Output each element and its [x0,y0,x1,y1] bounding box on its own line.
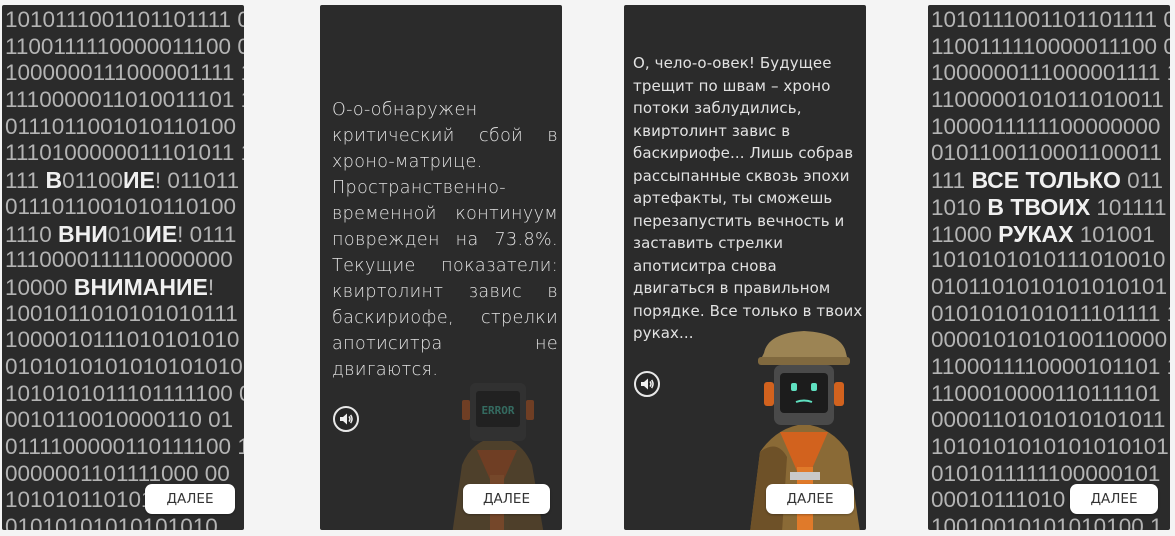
binary-line: 0101101010101010101 1 [931,273,1170,299]
highlight-word: ВСЕ ТОЛЬКО [971,167,1121,194]
highlight-word: РУКАХ [998,220,1074,247]
next-button[interactable]: ДАЛЕЕ [463,484,550,514]
binary-line: 1100011110000101101 1 [931,353,1170,379]
binary-line: 1010101010101010101 1 [931,434,1170,459]
binary-line: 10000 ВНИМАНИЕ! [5,273,215,300]
binary-line: 111 ВСЕ ТОЛЬКО 011 [931,167,1164,194]
sound-button[interactable] [333,406,359,432]
binary-line: 0101100110001100011 [931,140,1163,166]
binary-line: 1010101011101111100 0 [5,380,244,406]
highlight-word: ИЕ [145,220,178,247]
binary-line: 11000 РУКАХ 101001 [931,220,1155,247]
binary-line: 1010 В ТВОИХ 101111 [931,193,1167,220]
binary-line: 0111100000110111100 1 [5,434,244,459]
binary-line: 1100111110000011100 01 [931,33,1170,59]
binary-line: 1010111001101101111 00 [5,7,244,32]
binary-line: 0000101010100110000 [931,327,1168,353]
binary-code-background: 1010111001101101111 00 110011111000001110… [5,7,244,530]
binary-line: 1100000101011010011 [931,87,1164,113]
intro-screen-robot-message: О, чело-о-овек! Будущее трещит по швам –… [624,5,866,530]
next-button[interactable]: ДАЛЕЕ [145,484,235,514]
binary-line: 111 В01100ИЕ! 011011 [5,167,240,194]
binary-line: 1100010000110111101 [931,380,1161,406]
binary-line: 1001011010101010111 0 [5,300,244,326]
highlight-word: ВНИМАНИЕ [73,273,208,300]
binary-line: 0101010101011101111 1 [931,300,1170,326]
intro-screen-binary-warning: 1010111001101101111 00 110011111000001110… [2,5,244,530]
next-button[interactable]: ДАЛЕЕ [1070,484,1158,514]
story-text: О, чело-о-овек! Будущее трещит по швам –… [633,54,863,342]
next-button[interactable]: ДАЛЕЕ [766,484,854,514]
speaker-volume-icon [641,378,654,390]
binary-line: 1110100000011101011 1 [5,140,244,166]
binary-line: 1110 ВНИ010ИЕ! 0111 [5,220,237,247]
highlight-word: ИЕ [122,167,155,194]
binary-line: 01010101010101010 [5,514,218,530]
speaker-volume-icon [340,413,353,425]
highlight-word: В [45,167,63,194]
highlight-word: ВНИ [57,220,108,247]
binary-line: 1000000111000001111 1 [931,60,1170,86]
story-text: О-о-обнаружен критический сбой в хроно-м… [332,100,558,380]
binary-line: 1010101010111010010 1 [931,247,1170,273]
binary-line: 1110000111110000000 [5,247,233,273]
binary-line: 0010110010000110 01 [5,407,234,433]
binary-line: 0111011001010110100 1 [5,193,244,219]
binary-line: 1110000011010011101 1 [5,87,244,113]
binary-line: 10010010101010100 1 [931,514,1163,530]
highlight-word: В ТВОИХ [987,193,1091,220]
error-screen-label: ERROR [481,404,514,417]
binary-line: 1000011111100000000 [931,113,1161,139]
sound-button[interactable] [634,371,660,397]
binary-line: 0111011001010110100 1 [5,113,244,139]
binary-line: 1000010111010101010 1 [5,327,244,353]
intro-screen-binary-hands: 1010111001101101111 00 110011111000001110… [928,5,1170,530]
binary-line: 0101010101010101010 [5,353,243,379]
binary-line: 1010111001101101111 00 [931,7,1170,32]
binary-code-background: 1010111001101101111 00 110011111000001110… [931,7,1170,530]
intro-screen-error-report: ERROR О-о-обнаружен критический сбой в х… [320,5,562,530]
binary-line: 1100111110000011100 01 [5,33,244,59]
binary-line: 1000000111000001111 1 [5,60,244,86]
binary-line: 0000110101010101011 0 [931,407,1170,433]
